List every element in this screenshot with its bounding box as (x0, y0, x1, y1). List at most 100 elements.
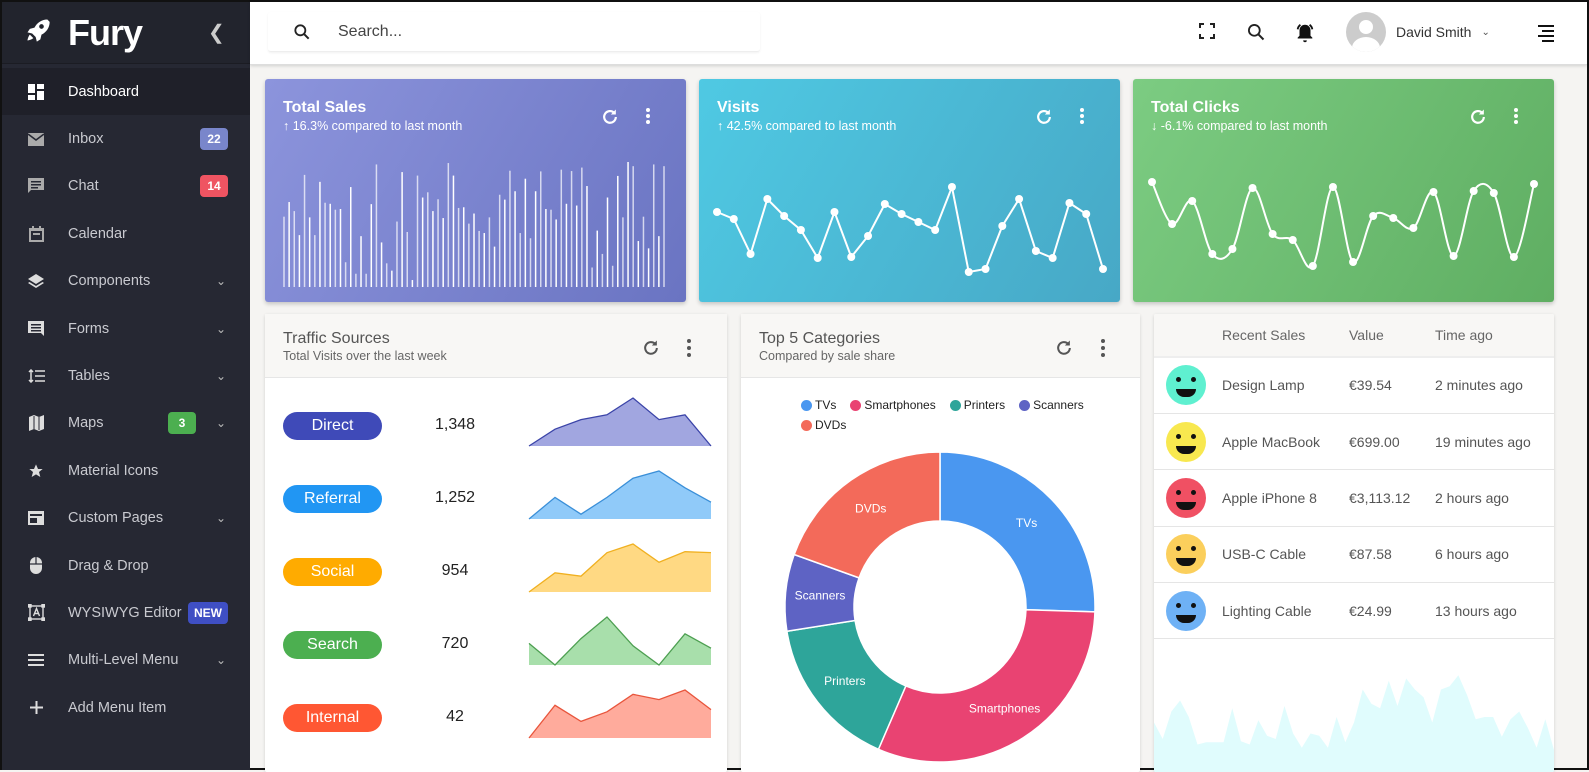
sidebar-item-custom-pages[interactable]: Custom Pages ⌄ (2, 495, 250, 542)
search-input[interactable] (338, 22, 738, 41)
sidebar-item-components[interactable]: Components ⌄ (2, 258, 250, 305)
column-header[interactable]: Value (1349, 314, 1435, 358)
product-name: Apple iPhone 8 (1222, 469, 1349, 527)
column-header[interactable]: Time ago (1435, 314, 1554, 358)
more-vert-icon[interactable] (685, 338, 693, 363)
column-header[interactable]: Recent Sales (1222, 314, 1349, 358)
stat-point (931, 226, 940, 234)
stat-point (1015, 195, 1024, 203)
sidebar-item-material-icons[interactable]: Material Icons (2, 447, 250, 494)
time-ago: 6 hours ago (1435, 526, 1554, 584)
sidebar: Fury ❮ Dashboard Inbox 22 Chat 14 Calendar Com… (2, 2, 250, 770)
donut-slice-smartphones[interactable] (877, 608, 1096, 763)
brand-name: Fury (68, 11, 143, 53)
recent-sales-table: Recent Sales Value Time ago Design Lamp €3… (1154, 314, 1554, 640)
stat-point (864, 232, 873, 240)
stat-point (1369, 212, 1378, 220)
brand: Fury ❮ (2, 2, 250, 64)
sidebar-item-tables[interactable]: Tables ⌄ (2, 352, 250, 399)
traffic-source-direct[interactable]: Direct (283, 412, 382, 440)
table-row[interactable]: Apple MacBook €699.00 19 minutes ago (1154, 413, 1554, 471)
recent-sales-card: Recent Sales Value Time ago Design Lamp €3… (1154, 314, 1554, 772)
more-vert-icon[interactable] (645, 107, 651, 130)
stat-point (1248, 184, 1257, 192)
mouse-icon (26, 557, 46, 575)
sidebar-item-add-menu-item[interactable]: Add Menu Item (2, 684, 250, 731)
stat-card-visits: Visits ↑ 42.5% compared to last month (699, 79, 1120, 302)
sparkline (528, 689, 712, 739)
stat-point (1409, 224, 1418, 232)
donut-label: Smartphones (969, 702, 1040, 716)
sidebar-item-multi-level-menu[interactable]: Multi-Level Menu ⌄ (2, 637, 250, 684)
count-badge: 3 (168, 412, 196, 435)
product-avatar (1166, 421, 1206, 462)
sidebar-item-label: Add Menu Item (68, 699, 167, 716)
traffic-source-social[interactable]: Social (283, 558, 382, 586)
search-icon (294, 23, 310, 39)
card-title: Traffic Sources (283, 330, 390, 347)
notifications-bell-icon[interactable] (1294, 22, 1316, 49)
sidebar-item-drag-drop[interactable]: Drag & Drop (2, 542, 250, 589)
sidebar-item-inbox[interactable]: Inbox 22 (2, 115, 250, 162)
stat-chart (713, 183, 1107, 276)
stat-subtitle: ↑ 42.5% compared to last month (717, 119, 896, 133)
stat-point (1469, 187, 1478, 195)
sidebar-item-calendar[interactable]: Calendar (2, 210, 250, 257)
sidebar-item-label: Components (68, 273, 151, 290)
traffic-value: 42 (446, 708, 464, 725)
refresh-icon[interactable] (641, 338, 661, 363)
stat-title: Visits (717, 99, 760, 116)
stat-point (1429, 188, 1438, 196)
stat-point (1082, 210, 1091, 218)
search-toggle-icon[interactable] (1246, 22, 1266, 47)
traffic-source-internal[interactable]: Internal (283, 704, 382, 732)
table-header-row: Recent Sales Value Time ago (1154, 314, 1554, 358)
stat-line (716, 183, 1104, 274)
sale-value: €699.00 (1349, 413, 1435, 471)
tables-icon (26, 369, 46, 384)
stat-point (1530, 180, 1538, 188)
sale-value: €24.99 (1349, 582, 1435, 640)
more-vert-icon[interactable] (1079, 107, 1085, 130)
sidebar-item-label: Chat (68, 178, 99, 195)
sidebar-item-wysiwyg-editor[interactable]: WYSIWYG Editor NEW (2, 589, 250, 636)
sidebar-item-chat[interactable]: Chat 14 (2, 163, 250, 210)
stat-point (914, 218, 923, 226)
donut-label: TVs (1016, 516, 1037, 530)
sparkline (528, 397, 712, 447)
sidebar-item-dashboard[interactable]: Dashboard (2, 68, 250, 116)
refresh-icon[interactable] (600, 107, 620, 132)
more-vert-icon[interactable] (1513, 107, 1519, 130)
trend-up-icon: ↑ (717, 119, 724, 133)
donut-label: DVDs (855, 501, 886, 515)
table-row[interactable]: Apple iPhone 8 €3,113.12 2 hours ago (1154, 469, 1554, 527)
collapse-sidebar-icon[interactable]: ❮ (208, 20, 225, 45)
table-row[interactable]: Lighting Cable €24.99 13 hours ago (1154, 582, 1554, 640)
refresh-icon[interactable] (1034, 107, 1054, 132)
card-header: Traffic Sources Total Visits over the la… (265, 314, 727, 378)
time-ago: 13 hours ago (1435, 582, 1554, 640)
fullscreen-icon[interactable] (1198, 22, 1216, 45)
sidebar-item-maps[interactable]: Maps 3 ⌄ (2, 400, 250, 447)
sidebar-item-label: Dashboard (68, 83, 139, 100)
column-header[interactable] (1154, 314, 1222, 358)
stat-point (729, 215, 738, 223)
traffic-source-referral[interactable]: Referral (283, 485, 382, 513)
stat-point (1208, 250, 1217, 258)
right-panel-menu-icon[interactable] (1536, 24, 1556, 49)
stat-title: Total Sales (283, 99, 367, 116)
stat-subtitle: ↓ -6.1% compared to last month (1151, 119, 1327, 133)
table-row[interactable]: USB-C Cable €87.58 6 hours ago (1154, 526, 1554, 584)
refresh-icon[interactable] (1468, 107, 1488, 132)
chevron-down-icon: ⌄ (215, 653, 226, 668)
traffic-source-search[interactable]: Search (283, 631, 382, 659)
user-menu[interactable]: David Smith ⌄ (1346, 12, 1490, 52)
count-badge: 22 (200, 128, 228, 151)
sidebar-item-label: Multi-Level Menu (68, 652, 179, 669)
stat-point (1268, 230, 1277, 238)
donut-slice-tvs[interactable] (939, 451, 1096, 613)
table-row[interactable]: Design Lamp €39.54 2 minutes ago (1154, 357, 1554, 414)
stat-change-text: 16.3% compared to last month (292, 119, 463, 133)
stat-card-total-clicks: Total Clicks ↓ -6.1% compared to last mo… (1133, 79, 1554, 302)
sidebar-item-forms[interactable]: Forms ⌄ (2, 305, 250, 352)
